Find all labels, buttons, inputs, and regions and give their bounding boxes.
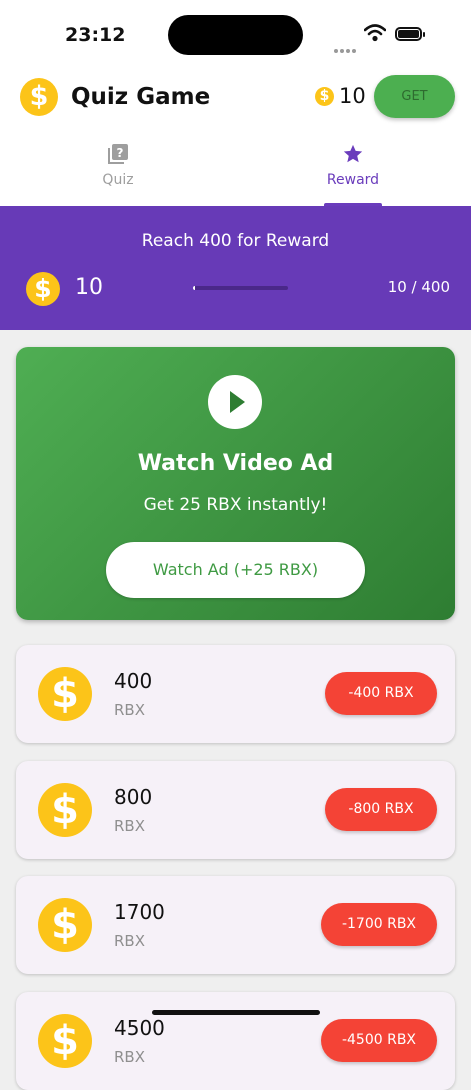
svg-text:?: ? <box>117 146 124 160</box>
tab-reward[interactable]: Reward <box>235 130 471 206</box>
reward-unit: RBX <box>114 932 145 950</box>
watch-ad-button[interactable]: Watch Ad (+25 RBX) <box>106 542 365 598</box>
reward-amount: 400 <box>114 669 153 693</box>
play-icon[interactable] <box>208 375 262 429</box>
reward-item: $ 800 RBX -800 RBX <box>16 761 455 859</box>
reward-coin-icon: $ <box>38 783 92 837</box>
balance-value: 10 <box>339 84 366 108</box>
status-bar: 23:12 <box>0 0 471 70</box>
reward-progress-banner: Reach 400 for Reward $ 10 10 / 400 <box>0 206 471 330</box>
reward-coin-icon: $ <box>38 898 92 952</box>
tab-bar: ? Quiz Reward <box>0 130 471 206</box>
banner-title: Reach 400 for Reward <box>141 231 330 251</box>
ad-title: Watch Video Ad <box>137 451 334 476</box>
reward-unit: RBX <box>114 701 145 719</box>
app-bar: $ Quiz Game $ 10 GET <box>0 70 471 130</box>
quiz-icon: ? <box>108 144 128 164</box>
reward-unit: RBX <box>114 817 145 835</box>
redeem-400-button[interactable]: -400 RBX <box>325 672 437 715</box>
watch-ad-card: Watch Video Ad Get 25 RBX instantly! Wat… <box>16 347 455 620</box>
wifi-icon <box>364 24 386 42</box>
reward-item: $ 400 RBX -400 RBX <box>16 645 455 743</box>
reward-amount: 800 <box>114 785 153 809</box>
banner-coin-count: 10 <box>75 275 103 300</box>
status-time: 23:12 <box>65 24 126 46</box>
reward-coin-icon: $ <box>38 1014 92 1068</box>
reward-progress-bar <box>193 286 288 290</box>
home-indicator[interactable] <box>152 1010 320 1015</box>
reward-item: $ 1700 RBX -1700 RBX <box>16 876 455 974</box>
reward-unit: RBX <box>114 1048 145 1066</box>
balance-coin-icon: $ <box>315 87 334 106</box>
dynamic-island <box>168 15 303 55</box>
get-button[interactable]: GET <box>374 75 455 118</box>
reward-amount: 1700 <box>114 900 165 924</box>
app-logo-coin-icon: $ <box>20 78 58 116</box>
redeem-800-button[interactable]: -800 RBX <box>325 788 437 831</box>
reward-coin-icon: $ <box>38 667 92 721</box>
ad-subtitle: Get 25 RBX instantly! <box>143 495 328 515</box>
reward-item: $ 4500 RBX -4500 RBX <box>16 992 455 1090</box>
app-title: Quiz Game <box>71 84 211 110</box>
redeem-4500-button[interactable]: -4500 RBX <box>321 1019 437 1062</box>
tab-reward-label: Reward <box>326 172 380 188</box>
star-icon <box>343 144 363 163</box>
reward-progress-fill <box>193 286 196 290</box>
signal-dots-icon <box>334 38 358 57</box>
banner-coin-icon: $ <box>26 272 60 306</box>
tab-quiz-label: Quiz <box>102 172 134 188</box>
redeem-1700-button[interactable]: -1700 RBX <box>321 903 437 946</box>
battery-icon <box>395 27 425 41</box>
progress-text: 10 / 400 <box>387 278 450 296</box>
reward-amount: 4500 <box>114 1016 165 1040</box>
tab-quiz[interactable]: ? Quiz <box>0 130 236 206</box>
